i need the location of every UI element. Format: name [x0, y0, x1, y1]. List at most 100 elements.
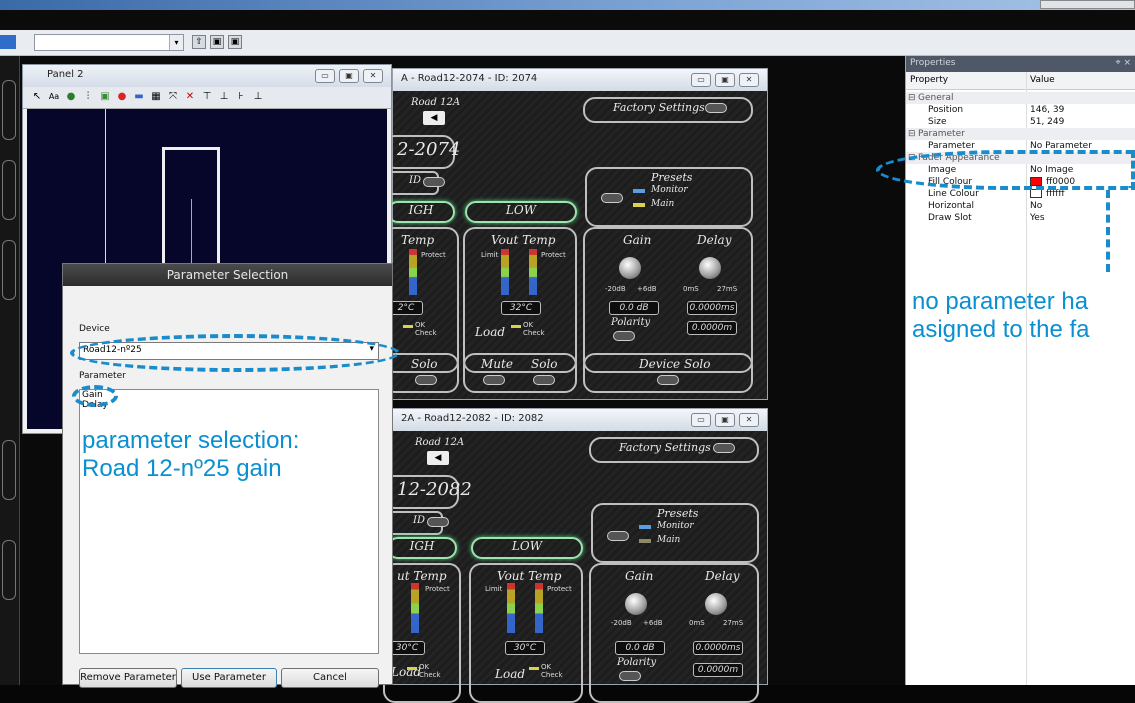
factory-settings-button[interactable]: [713, 443, 735, 453]
delay-knob[interactable]: [705, 593, 727, 615]
minimize-icon[interactable]: ▭: [691, 413, 711, 427]
presets-button[interactable]: [601, 193, 623, 203]
property-row[interactable]: Horizontal No: [906, 200, 1135, 212]
temp-label: Temp: [401, 233, 435, 247]
delete-icon[interactable]: ✕: [184, 91, 196, 103]
property-row[interactable]: Draw Slot Yes: [906, 212, 1135, 224]
use-parameter-button[interactable]: Use Parameter: [181, 668, 277, 688]
align-top-icon[interactable]: ⊤: [201, 91, 213, 103]
polarity-button[interactable]: [613, 331, 635, 341]
upload-icon[interactable]: ⇧: [192, 35, 206, 49]
property-value[interactable]: Yes: [1030, 212, 1045, 224]
image-icon[interactable]: ▣: [99, 91, 111, 103]
mute-button[interactable]: [483, 375, 505, 385]
knob-icon[interactable]: ●: [65, 91, 77, 103]
minimize-icon[interactable]: ▭: [315, 69, 335, 83]
device-solo-button[interactable]: [657, 375, 679, 385]
align-bottom-icon[interactable]: ⊥: [252, 91, 264, 103]
temp-readout: 2°C: [389, 301, 423, 315]
property-key: ⊟ General: [908, 93, 954, 103]
device-icon[interactable]: ▣: [210, 35, 224, 49]
low-button[interactable]: LOW: [471, 537, 583, 559]
solo-button[interactable]: [415, 375, 437, 385]
button-icon[interactable]: ▬: [133, 91, 145, 103]
gain-readout[interactable]: 0.0 dB: [615, 641, 665, 655]
strip-device[interactable]: [2, 240, 16, 300]
strip-device[interactable]: [2, 440, 16, 500]
device-label: Device: [79, 324, 110, 334]
property-row[interactable]: Size 51, 249: [906, 116, 1135, 128]
align-center-icon[interactable]: ⊥: [218, 91, 230, 103]
check-label: Check: [419, 671, 441, 679]
collapse-icon[interactable]: ⊟: [908, 128, 916, 140]
align-left-icon[interactable]: ⊦: [235, 91, 247, 103]
back-icon[interactable]: ◀: [423, 111, 445, 125]
id-button[interactable]: [423, 177, 445, 187]
polarity-label: Polarity: [617, 657, 657, 668]
main-led: [633, 203, 645, 207]
device-window-2082[interactable]: 2A - Road12-2082 - ID: 2082 ▭ ▣ ✕ Road 12A…: [383, 408, 768, 703]
check-label: Check: [523, 329, 545, 337]
strip-device[interactable]: [2, 80, 16, 140]
cancel-button[interactable]: Cancel: [281, 668, 379, 688]
close-icon[interactable]: ✕: [739, 73, 759, 87]
expand-icon[interactable]: ⤧: [167, 91, 179, 103]
pointer-icon[interactable]: ↖: [31, 91, 43, 103]
high-button[interactable]: IGH: [387, 201, 455, 223]
strip-device[interactable]: [2, 160, 16, 220]
toolbar-combo[interactable]: ▾: [34, 34, 184, 51]
dialog-title: Parameter Selection: [63, 264, 392, 286]
solo-button[interactable]: [533, 375, 555, 385]
high-button[interactable]: IGH: [387, 537, 457, 559]
property-row[interactable]: Position 146, 39: [906, 104, 1135, 116]
delay-knob[interactable]: [699, 257, 721, 279]
ok-led: [511, 325, 521, 328]
list-item[interactable]: Delay: [80, 400, 378, 410]
polarity-button[interactable]: [619, 671, 641, 681]
fader-icon[interactable]: ⫶: [82, 91, 94, 103]
mute-label: Mute: [481, 357, 513, 371]
color-value: ffffff: [1046, 189, 1065, 199]
id-button[interactable]: [427, 517, 449, 527]
delay-m-readout[interactable]: 0.0000m: [687, 321, 737, 335]
delay-m-readout[interactable]: 0.0000m: [693, 663, 743, 677]
gain-knob[interactable]: [625, 593, 647, 615]
device-icon[interactable]: ▣: [228, 35, 242, 49]
collapse-icon[interactable]: ⊟: [908, 92, 916, 104]
delay-ms-readout[interactable]: 0.0000ms: [693, 641, 743, 655]
back-icon[interactable]: ◀: [427, 451, 449, 465]
led-icon[interactable]: ●: [116, 91, 128, 103]
property-category[interactable]: ⊟ Parameter: [906, 128, 1135, 140]
presets-label: Presets: [651, 171, 693, 184]
grid-icon[interactable]: ▦: [150, 91, 162, 103]
maximize-icon[interactable]: ▣: [715, 413, 735, 427]
close-icon[interactable]: ✕: [363, 69, 383, 83]
chevron-down-icon[interactable]: ▾: [169, 35, 183, 50]
minimize-icon[interactable]: ▭: [691, 73, 711, 87]
list-item[interactable]: Gain: [80, 390, 378, 400]
protect-label: Protect: [541, 251, 566, 259]
gain-knob[interactable]: [619, 257, 641, 279]
monitor-label: Monitor: [651, 185, 688, 195]
text-icon[interactable]: Aa: [48, 91, 60, 103]
property-value[interactable]: 51, 249: [1030, 116, 1064, 128]
device-window-2074[interactable]: A - Road12-2074 - ID: 2074 ▭ ▣ ✕ Road 12A …: [383, 68, 768, 400]
gain-readout[interactable]: 0.0 dB: [609, 301, 659, 315]
color-swatch[interactable]: [1030, 189, 1042, 198]
pin-icon[interactable]: ⌖ ×: [1116, 58, 1131, 68]
remove-parameter-button[interactable]: Remove Parameter: [79, 668, 177, 688]
delay-ms-readout[interactable]: 0.0000ms: [687, 301, 737, 315]
maximize-icon[interactable]: ▣: [339, 69, 359, 83]
low-button[interactable]: LOW: [465, 201, 577, 223]
property-value[interactable]: 146, 39: [1030, 104, 1064, 116]
gain-min-label: -20dB: [605, 285, 626, 293]
maximize-icon[interactable]: ▣: [715, 73, 735, 87]
presets-button[interactable]: [607, 531, 629, 541]
gain-label: Gain: [625, 569, 654, 583]
property-category[interactable]: ⊟ General: [906, 92, 1135, 104]
property-value[interactable]: No: [1030, 200, 1042, 212]
window-controls[interactable]: [1040, 0, 1135, 9]
close-icon[interactable]: ✕: [739, 413, 759, 427]
factory-settings-button[interactable]: [705, 103, 727, 113]
strip-device[interactable]: [2, 540, 16, 600]
